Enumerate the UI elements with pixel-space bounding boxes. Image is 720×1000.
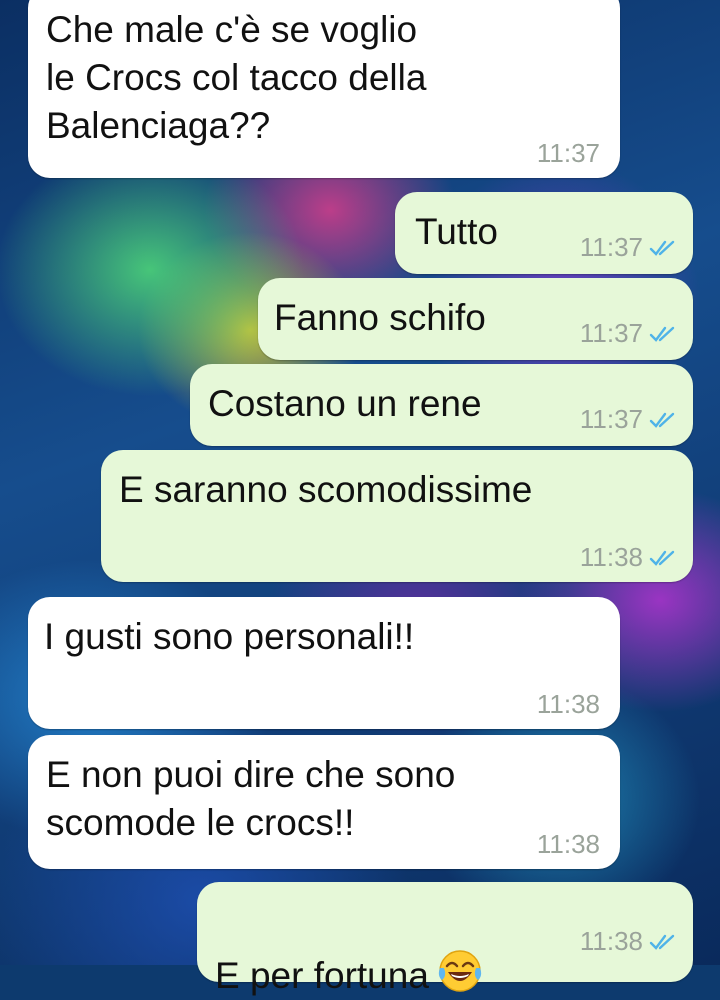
message-meta: 11:38: [580, 542, 679, 573]
outgoing-message-bubble[interactable]: Fanno schifo 11:37: [258, 278, 693, 360]
incoming-message-bubble[interactable]: E non puoi dire che sono scomode le croc…: [28, 735, 620, 869]
message-time: 11:37: [579, 404, 643, 434]
message-meta: 11:37: [580, 404, 679, 435]
incoming-message-bubble[interactable]: Che male c'è se voglio le Crocs col tacc…: [28, 0, 620, 178]
read-ticks-icon: [649, 550, 675, 566]
message-meta: 11:37: [580, 232, 679, 263]
message-text: Che male c'è se voglio le Crocs col tacc…: [46, 9, 427, 146]
message-time: 11:38: [579, 926, 643, 956]
message-text-content: E per fortuna: [215, 955, 429, 996]
message-meta: 11:38: [537, 829, 600, 860]
message-meta: 11:38: [537, 689, 600, 720]
message-time: 11:37: [579, 318, 643, 348]
message-text: Costano un rene: [208, 383, 482, 424]
incoming-message-bubble[interactable]: I gusti sono personali!! 11:38: [28, 597, 620, 729]
message-time: 11:38: [536, 689, 600, 719]
message-time: 11:38: [536, 829, 600, 859]
read-ticks-icon: [649, 240, 675, 256]
message-meta: 11:38: [580, 926, 679, 957]
read-ticks-icon: [649, 326, 675, 342]
message-text: E saranno scomodissime: [119, 469, 533, 510]
message-text: E per fortuna: [215, 898, 485, 1000]
outgoing-message-bubble[interactable]: E per fortuna 11:38: [197, 882, 693, 996]
message-text: Fanno schifo: [274, 297, 486, 338]
message-text: I gusti sono personali!!: [44, 616, 415, 657]
outgoing-message-bubble[interactable]: Tutto 11:37: [395, 192, 693, 274]
tears-of-joy-emoji-icon: [438, 950, 482, 992]
message-text: Tutto: [415, 211, 498, 252]
message-meta: 11:37: [537, 138, 600, 169]
message-time: 11:37: [536, 138, 600, 168]
message-meta: 11:37: [580, 318, 679, 349]
read-ticks-icon: [649, 412, 675, 428]
message-text: E non puoi dire che sono scomode le croc…: [46, 754, 456, 843]
read-ticks-icon: [649, 934, 675, 950]
message-time: 11:37: [579, 232, 643, 262]
outgoing-message-bubble[interactable]: E saranno scomodissime 11:38: [101, 450, 693, 582]
message-time: 11:38: [579, 542, 643, 572]
outgoing-message-bubble[interactable]: Costano un rene 11:37: [190, 364, 693, 446]
